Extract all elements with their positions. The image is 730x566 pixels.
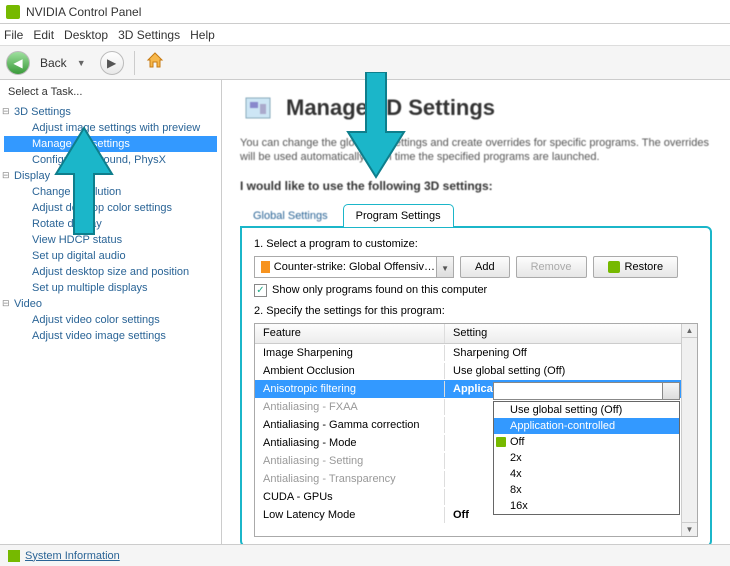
forward-button[interactable]: ▶ xyxy=(100,51,124,75)
program-select-value: Counter-strike: Global Offensiv… xyxy=(274,261,435,273)
back-label: Back xyxy=(40,56,67,70)
tree-item-audio[interactable]: Set up digital audio xyxy=(4,248,217,264)
col-header-setting[interactable]: Setting xyxy=(445,324,681,343)
scroll-up-icon[interactable]: ▲ xyxy=(682,324,697,338)
scroll-down-icon[interactable]: ▼ xyxy=(682,522,697,536)
menu-help[interactable]: Help xyxy=(190,28,215,42)
tree-item-video-image[interactable]: Adjust video image settings xyxy=(4,328,217,344)
chevron-down-icon: ▼ xyxy=(667,386,675,395)
toolbar: ◀ Back ▼ ▶ xyxy=(0,46,730,80)
toolbar-separator xyxy=(134,51,135,75)
tab-strip: Global Settings Program Settings xyxy=(222,203,730,226)
menu-file[interactable]: File xyxy=(4,28,23,42)
nvidia-logo-icon xyxy=(6,5,20,19)
step2-label: 2. Specify the settings for this program… xyxy=(254,305,698,317)
menu-desktop[interactable]: Desktop xyxy=(64,28,108,42)
setting-value-combobox[interactable]: ▼ xyxy=(493,382,680,400)
task-header: Select a Task... xyxy=(4,84,217,100)
table-scrollbar[interactable]: ▲ ▼ xyxy=(681,324,697,536)
window-title: NVIDIA Control Panel xyxy=(26,5,141,19)
tree-cat-video[interactable]: Video xyxy=(4,296,217,312)
col-header-feature[interactable]: Feature xyxy=(255,324,445,343)
tree-item-multi-display[interactable]: Set up multiple displays xyxy=(4,280,217,296)
table-row[interactable]: Image SharpeningSharpening Off xyxy=(255,344,681,362)
page-icon xyxy=(240,90,276,126)
dropdown-option[interactable]: 16x xyxy=(494,498,679,514)
home-icon[interactable] xyxy=(145,50,165,75)
system-information-link[interactable]: System Information xyxy=(25,550,120,562)
cell-feature: Anisotropic filtering xyxy=(255,381,445,397)
tab-program-settings[interactable]: Program Settings xyxy=(343,204,454,227)
cell-feature: Low Latency Mode xyxy=(255,507,445,523)
back-history-dropdown[interactable]: ▼ xyxy=(77,58,86,68)
setting-value-dropdown: Use global setting (Off)Application-cont… xyxy=(493,401,680,515)
tree-cat-3d[interactable]: 3D Settings xyxy=(4,104,217,120)
remove-button: Remove xyxy=(516,256,587,278)
dropdown-option[interactable]: 2x xyxy=(494,450,679,466)
tree-item-adjust-image[interactable]: Adjust image settings with preview xyxy=(4,120,217,136)
tree-item-resolution[interactable]: Change resolution xyxy=(4,184,217,200)
program-select[interactable]: Counter-strike: Global Offensiv… ▼ xyxy=(254,256,454,278)
page-title: Manage 3D Settings xyxy=(286,95,495,121)
cell-feature: Ambient Occlusion xyxy=(255,363,445,379)
program-settings-panel: 1. Select a program to customize: Counte… xyxy=(240,226,712,544)
page-description: You can change the global 3D settings an… xyxy=(222,132,730,175)
nvidia-badge-icon xyxy=(8,550,20,562)
content-area: Manage 3D Settings You can change the gl… xyxy=(222,80,730,544)
show-only-checkbox[interactable]: ✓ xyxy=(254,284,267,297)
tree-item-size-position[interactable]: Adjust desktop size and position xyxy=(4,264,217,280)
nav-tree: 3D Settings Adjust image settings with p… xyxy=(4,104,217,344)
settings-prompt: I would like to use the following 3D set… xyxy=(222,175,730,203)
program-icon xyxy=(261,261,270,273)
tree-cat-display[interactable]: Display xyxy=(4,168,217,184)
dropdown-option[interactable]: Application-controlled xyxy=(494,418,679,434)
back-button[interactable]: ◀ xyxy=(6,51,30,75)
status-bar: System Information xyxy=(0,544,730,566)
show-only-label: Show only programs found on this compute… xyxy=(272,284,487,296)
cell-feature: Antialiasing - Setting xyxy=(255,453,445,469)
cell-feature: Antialiasing - Mode xyxy=(255,435,445,451)
dropdown-option[interactable]: Off xyxy=(494,434,679,450)
restore-button[interactable]: Restore xyxy=(593,256,679,278)
tab-global-settings[interactable]: Global Settings xyxy=(240,204,341,227)
tree-item-manage-3d[interactable]: Manage 3D settings xyxy=(4,136,217,152)
cell-feature: Antialiasing - Gamma correction xyxy=(255,417,445,433)
step1-label: 1. Select a program to customize: xyxy=(254,238,698,250)
cell-setting: Sharpening Off xyxy=(445,345,681,361)
tree-item-hdcp[interactable]: View HDCP status xyxy=(4,232,217,248)
add-button[interactable]: Add xyxy=(460,256,510,278)
tree-item-desktop-color[interactable]: Adjust desktop color settings xyxy=(4,200,217,216)
tree-item-physx[interactable]: Configure Surround, PhysX xyxy=(4,152,217,168)
dropdown-option[interactable]: 4x xyxy=(494,466,679,482)
cell-feature: CUDA - GPUs xyxy=(255,489,445,505)
menu-bar: File Edit Desktop 3D Settings Help xyxy=(0,24,730,46)
cell-feature: Antialiasing - FXAA xyxy=(255,399,445,415)
task-sidebar: Select a Task... 3D Settings Adjust imag… xyxy=(0,80,222,544)
title-bar: NVIDIA Control Panel xyxy=(0,0,730,24)
cell-feature: Image Sharpening xyxy=(255,345,445,361)
dropdown-option[interactable]: Use global setting (Off) xyxy=(494,402,679,418)
cell-setting: Use global setting (Off) xyxy=(445,363,681,379)
dropdown-option[interactable]: 8x xyxy=(494,482,679,498)
cell-feature: Antialiasing - Transparency xyxy=(255,471,445,487)
settings-table: Feature Setting Image SharpeningSharpeni… xyxy=(254,323,698,537)
table-row[interactable]: Ambient OcclusionUse global setting (Off… xyxy=(255,362,681,380)
menu-edit[interactable]: Edit xyxy=(33,28,54,42)
tree-item-rotate[interactable]: Rotate display xyxy=(4,216,217,232)
tree-item-video-color[interactable]: Adjust video color settings xyxy=(4,312,217,328)
chevron-down-icon: ▼ xyxy=(441,264,449,273)
menu-3d-settings[interactable]: 3D Settings xyxy=(118,28,180,42)
